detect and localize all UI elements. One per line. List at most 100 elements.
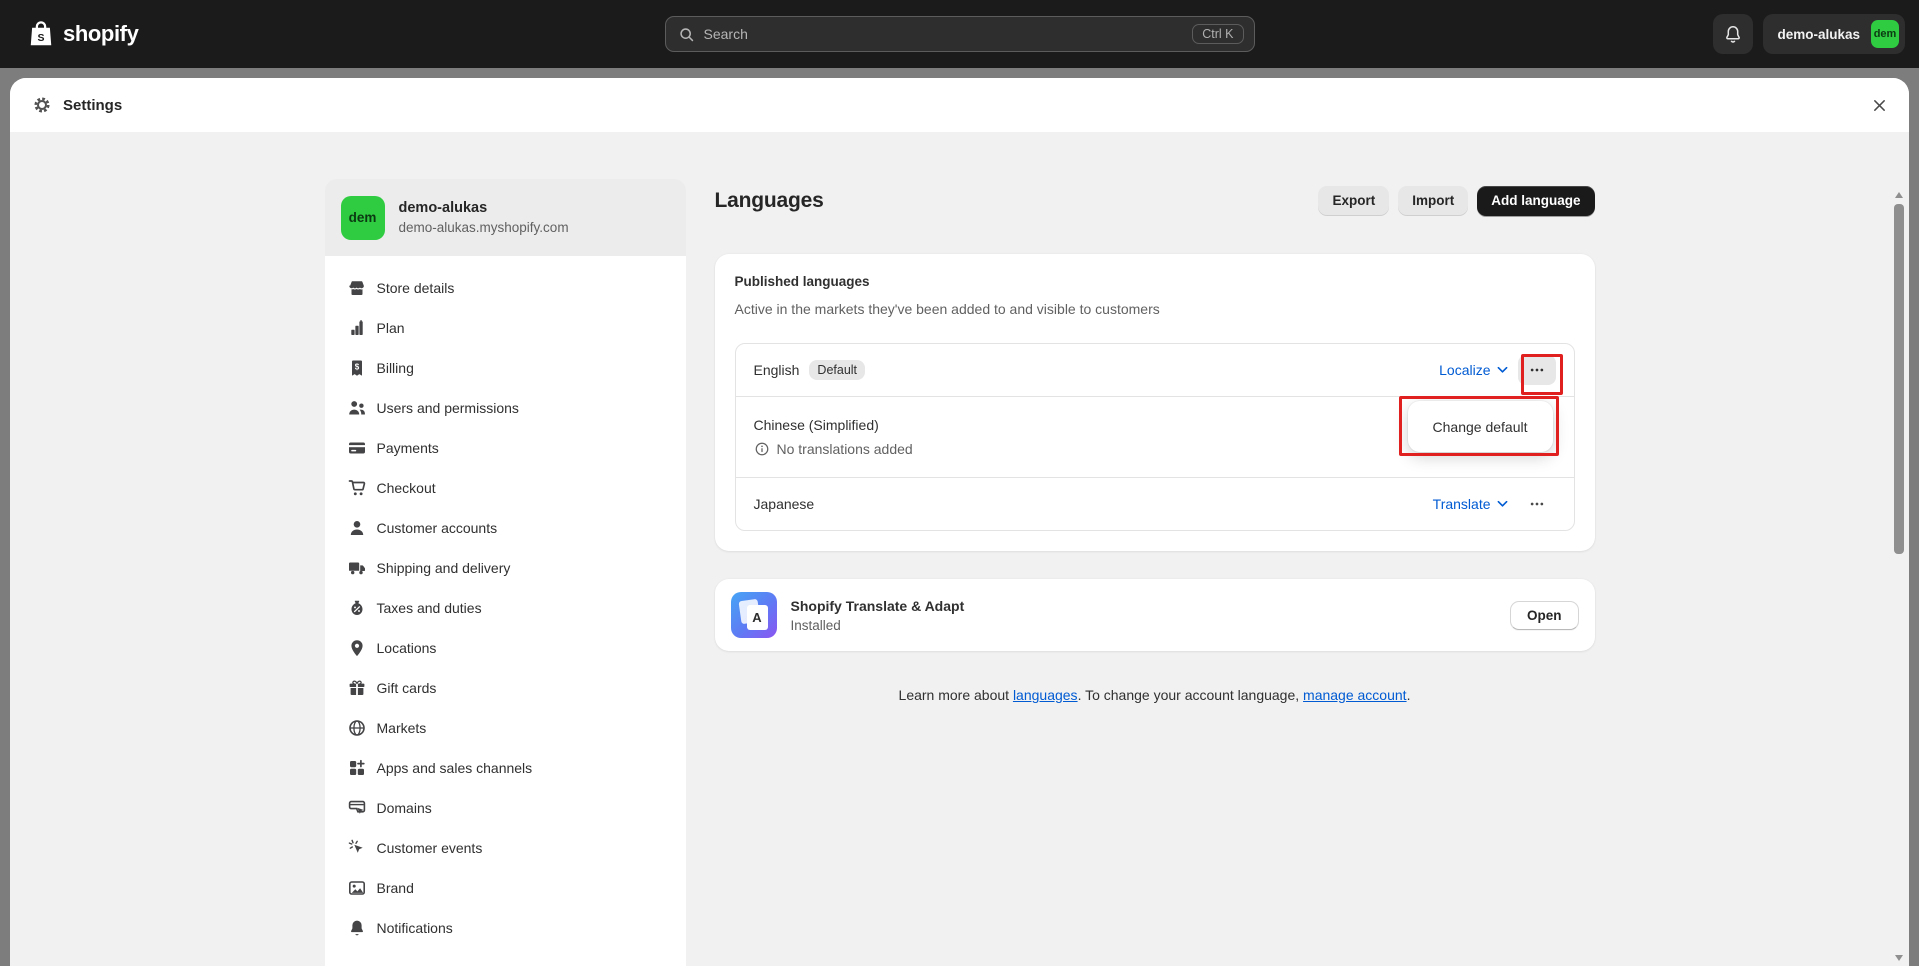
languages-page: Languages Export Import Add language Pub… (714, 179, 1595, 966)
sidebar-item-notifications[interactable]: Notifications (337, 912, 674, 944)
horizontal-dots-icon (1528, 361, 1546, 379)
add-language-button[interactable]: Add language (1477, 186, 1595, 216)
info-icon (754, 441, 770, 457)
store-domain: demo-alukas.myshopify.com (398, 220, 569, 235)
sidebar-item-store-details[interactable]: Store details (337, 272, 674, 304)
sidebar-item-label: Locations (376, 640, 437, 656)
sidebar-item-label: Plan (376, 320, 405, 336)
sidebar-item-brand[interactable]: Brand (337, 872, 674, 904)
sidebar-item-customer-events[interactable]: Customer events (337, 832, 674, 864)
languages-link[interactable]: languages (1013, 687, 1078, 703)
sidebar-item-checkout[interactable]: Checkout (337, 472, 674, 504)
bellnav-icon (347, 918, 367, 938)
sidebar-item-payments[interactable]: Payments (337, 432, 674, 464)
sidebar-item-gift-cards[interactable]: Gift cards (337, 672, 674, 704)
sidebar-item-label: Users and permissions (376, 400, 519, 416)
sidebar-item-domains[interactable]: Domains (337, 792, 674, 824)
truck-icon (347, 558, 367, 578)
sidebar-item-label: Taxes and duties (376, 600, 482, 616)
account-store-name: demo-alukas (1777, 26, 1860, 42)
app-status: Installed (790, 617, 841, 633)
sidebar-item-label: Markets (376, 720, 427, 736)
apps-icon (347, 758, 367, 778)
sidebar-item-plan[interactable]: Plan (337, 312, 674, 344)
store-avatar: dem (340, 195, 385, 240)
scroll-up-arrow[interactable] (1895, 192, 1903, 198)
scroll-down-arrow[interactable] (1895, 955, 1903, 961)
users-icon (347, 398, 367, 418)
settings-title: Settings (63, 96, 123, 114)
sidebar-item-label: Customer accounts (376, 520, 498, 536)
sidebar-item-label: Customer events (376, 840, 483, 856)
language-name: English (753, 362, 800, 378)
language-row-english: English Default Localize (736, 344, 1574, 396)
manage-account-link[interactable]: manage account (1303, 687, 1407, 703)
gear-icon (32, 95, 52, 115)
localize-dropdown[interactable]: Localize (1439, 362, 1507, 378)
import-button[interactable]: Import (1398, 186, 1469, 216)
page-title: Languages (714, 189, 824, 212)
chevron-down-icon (1497, 500, 1508, 508)
sidebar-item-label: Notifications (376, 920, 453, 936)
billing-icon: $ (347, 358, 367, 378)
pin-icon (347, 638, 367, 658)
settings-sidebar: dem demo-alukas demo-alukas.myshopify.co… (324, 179, 686, 966)
svg-text:$: $ (354, 363, 359, 372)
export-button[interactable]: Export (1318, 186, 1390, 216)
english-overflow-menu-button[interactable] (1517, 355, 1556, 385)
notifications-button[interactable] (1713, 14, 1754, 54)
language-row-japanese: Japanese Translate (736, 478, 1574, 530)
sidebar-item-label: Brand (376, 880, 414, 896)
translate-dropdown[interactable]: Translate (1433, 496, 1508, 512)
globe-icon (347, 718, 367, 738)
settings-modal-header: Settings (10, 78, 1909, 132)
store-card: dem demo-alukas demo-alukas.myshopify.co… (324, 179, 686, 256)
bell-icon (1723, 24, 1743, 44)
store-name: demo-alukas (398, 200, 488, 216)
person-icon (347, 518, 367, 538)
image-icon (347, 878, 367, 898)
settings-modal-body: dem demo-alukas demo-alukas.myshopify.co… (10, 132, 1909, 966)
sidebar-item-label: Gift cards (376, 680, 437, 696)
language-name: Chinese (Simplified) (753, 417, 879, 433)
sidebar-item-label: Apps and sales channels (376, 760, 533, 776)
search-input[interactable]: Search Ctrl K (664, 16, 1255, 52)
search-placeholder: Search (703, 26, 748, 42)
sidebar-item-apps-and-sales-channels[interactable]: Apps and sales channels (337, 752, 674, 784)
sidebar-item-taxes-and-duties[interactable]: Taxes and duties (337, 592, 674, 624)
close-icon (1871, 97, 1888, 114)
domains-icon (347, 798, 367, 818)
sidebar-item-billing[interactable]: $ Billing (337, 352, 674, 384)
published-languages-subtitle: Active in the markets they've been added… (734, 301, 1160, 317)
app-title: Shopify Translate & Adapt (790, 597, 965, 614)
horizontal-dots-icon (1528, 495, 1546, 513)
open-app-button[interactable]: Open (1509, 600, 1579, 630)
sidebar-item-label: Payments (376, 440, 439, 456)
search-shortcut-badge: Ctrl K (1192, 24, 1244, 44)
sidebar-item-shipping-and-delivery[interactable]: Shipping and delivery (337, 552, 674, 584)
translate-adapt-app-icon: A (730, 592, 777, 638)
sidebar-item-customer-accounts[interactable]: Customer accounts (337, 512, 674, 544)
shopify-logo[interactable]: S shopify (26, 19, 139, 49)
settings-nav: Store details Plan $ Billing Users and permi… (324, 256, 686, 966)
settings-modal: Settings dem demo-alukas demo-alukas.mys… (10, 78, 1909, 966)
scrollbar (1891, 188, 1908, 966)
sidebar-item-markets[interactable]: Markets (337, 712, 674, 744)
sidebar-item-locations[interactable]: Locations (337, 632, 674, 664)
japanese-overflow-menu-button[interactable] (1518, 489, 1556, 519)
close-button[interactable] (1865, 91, 1893, 119)
topbar: S shopify Search Ctrl K demo-alukas dem (0, 0, 1919, 68)
svg-text:S: S (37, 32, 44, 44)
sidebar-item-users-and-permissions[interactable]: Users and permissions (337, 392, 674, 424)
account-avatar: dem (1871, 20, 1899, 48)
account-menu-button[interactable]: demo-alukas dem (1763, 14, 1905, 54)
scrollbar-thumb[interactable] (1894, 204, 1904, 554)
store-icon (347, 278, 367, 298)
sidebar-item-label: Billing (376, 360, 414, 376)
change-default-menu-item[interactable]: Change default (1407, 401, 1553, 452)
search-icon (678, 26, 695, 43)
translate-adapt-card: A Shopify Translate & Adapt Installed Op… (714, 579, 1595, 651)
tax-icon (347, 598, 367, 618)
payments-icon (347, 438, 367, 458)
sidebar-item-label: Shipping and delivery (376, 560, 511, 576)
